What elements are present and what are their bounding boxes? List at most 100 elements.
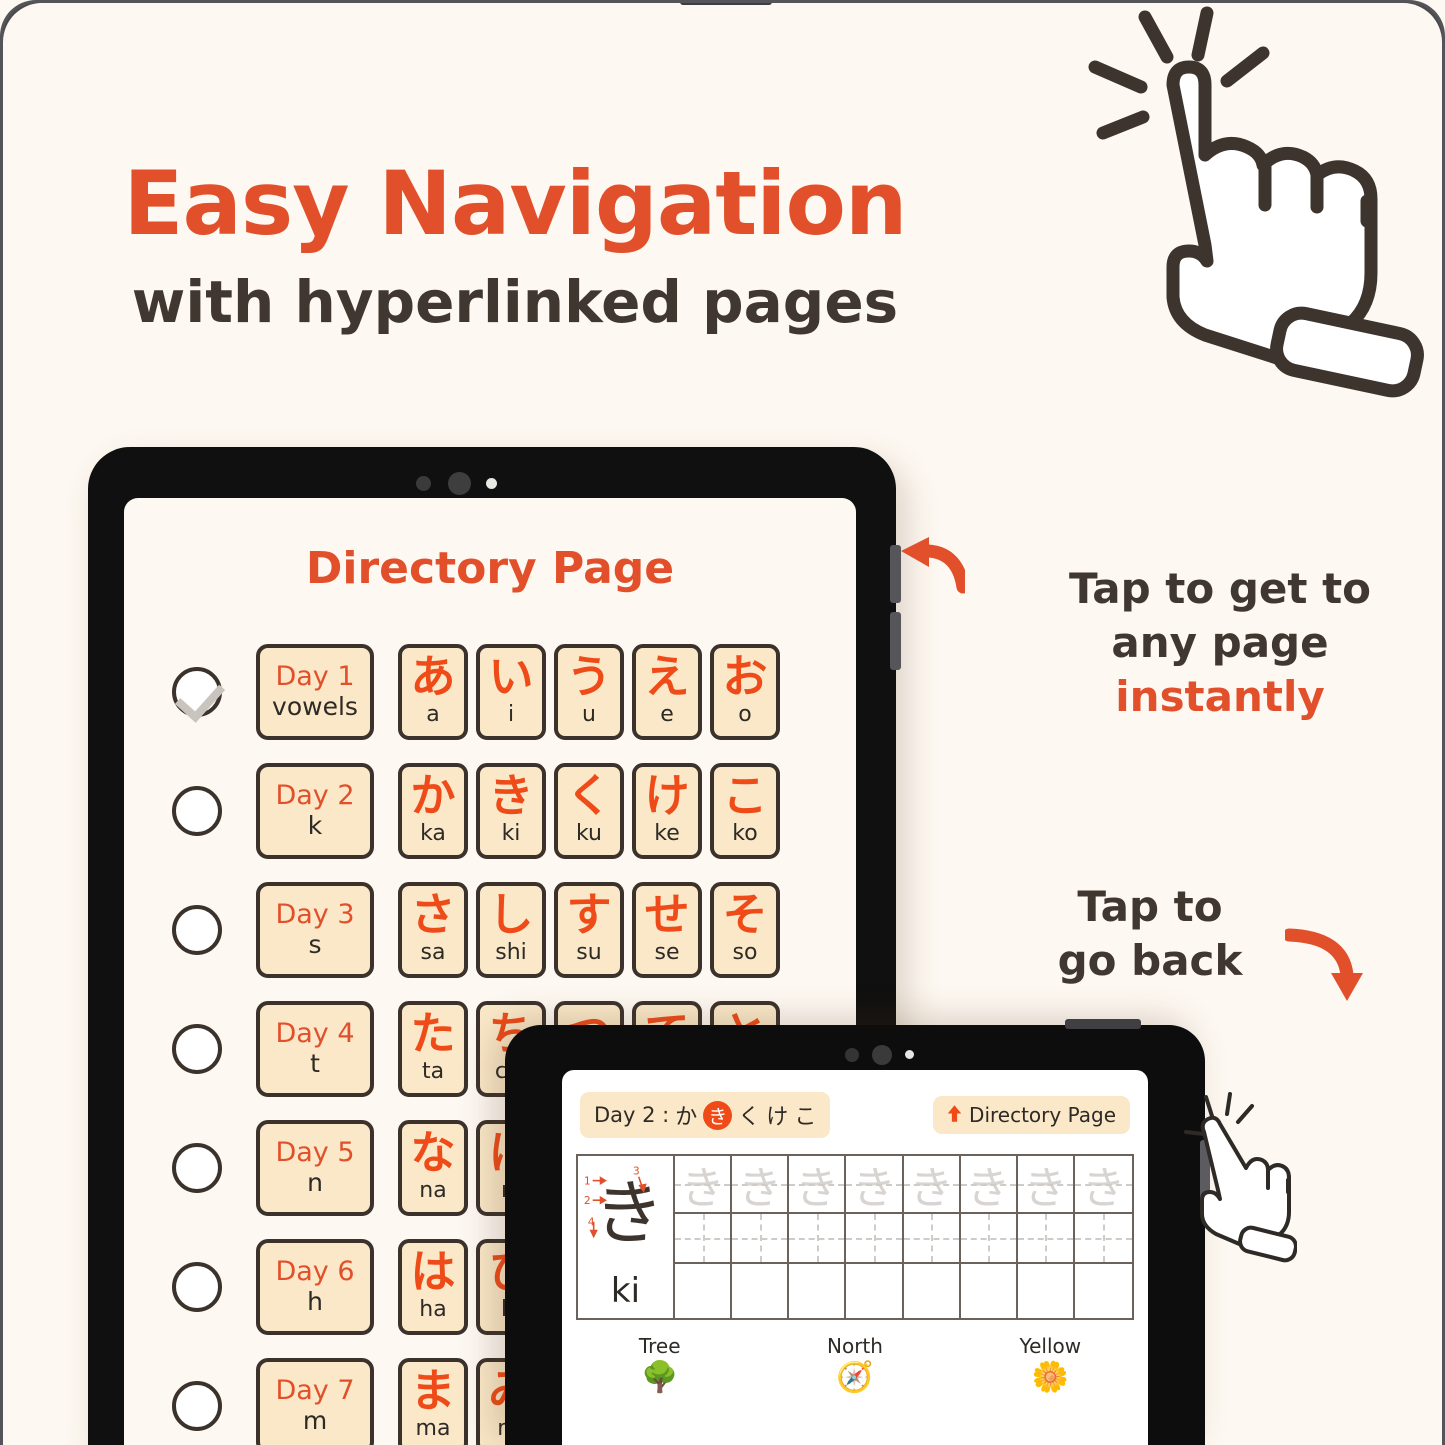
kana-tile-button[interactable]: あa	[398, 643, 468, 740]
svg-text:き: き	[594, 1172, 665, 1254]
kana-character: こ	[722, 769, 768, 823]
day-tile-button[interactable]: Day 4t	[256, 1000, 374, 1097]
worksheet-kana-ku: く	[738, 1105, 761, 1130]
worksheet-blank-cell[interactable]	[675, 1214, 733, 1264]
worksheet-ghost-cell[interactable]: き	[675, 1156, 733, 1214]
kana-character: い	[488, 650, 534, 704]
day-tile-button[interactable]: Day 5n	[256, 1119, 374, 1216]
day-complete-checkbox[interactable]	[172, 1023, 222, 1074]
headline-block: Easy Navigation with hyperlinked pages	[0, 160, 1030, 333]
worksheet-tracing-grid[interactable]: き 1 2 3 4 きききききききき ki	[576, 1154, 1134, 1320]
worksheet-ghost-cell[interactable]: き	[1017, 1156, 1075, 1214]
svg-text:1: 1	[584, 1175, 591, 1188]
kana-romaji: e	[660, 701, 674, 727]
directory-page-back-button[interactable]: Directory Page	[933, 1096, 1130, 1134]
worksheet-screen: Day 2 : か き く け こ Directory Page き1234きき…	[562, 1070, 1148, 1445]
kana-tile-button[interactable]: せ se	[632, 881, 702, 978]
annotation-tap-go-back: Tap to go back	[1020, 880, 1280, 988]
tablet-worksheet-power-button[interactable]	[1065, 1019, 1141, 1029]
kana-tile-button[interactable]: ま ma	[398, 1357, 468, 1445]
worksheet-romaji-blank-cell[interactable]	[904, 1264, 961, 1318]
worksheet-blank-cell[interactable]	[789, 1214, 847, 1264]
kana-tile-button[interactable]: く ku	[554, 762, 624, 859]
curved-arrow-left-icon	[895, 535, 970, 595]
day-tile-label: Day 4	[275, 1017, 355, 1049]
kana-tile-button[interactable]: き ki	[476, 762, 546, 859]
worksheet-ghost-cell[interactable]: き	[846, 1156, 904, 1214]
day-complete-checkbox[interactable]	[172, 904, 222, 955]
kana-tile-button[interactable]: うu	[554, 643, 624, 740]
worksheet-blank-cell[interactable]	[846, 1214, 904, 1264]
worksheet-blank-cell[interactable]	[960, 1214, 1018, 1264]
worksheet-day-chip[interactable]: Day 2 : か き く け こ	[580, 1092, 831, 1138]
kana-character: け	[644, 769, 690, 823]
kana-tile-button[interactable]: し shi	[476, 881, 546, 978]
worksheet-vocabulary-label: Tree	[638, 1334, 681, 1358]
day-complete-checkbox[interactable]	[172, 785, 222, 836]
worksheet-blank-cell[interactable]	[903, 1214, 961, 1264]
kana-character: そ	[722, 888, 768, 942]
day-complete-checkbox[interactable]	[172, 1142, 222, 1193]
tablet-directory-power-button[interactable]	[680, 0, 772, 5]
worksheet-blank-cell[interactable]	[1074, 1214, 1132, 1264]
kana-tile-button[interactable]: いi	[476, 643, 546, 740]
worksheet-vocabulary-item: Tree 🌳	[562, 1334, 757, 1395]
kana-tile-button[interactable]: そ so	[710, 881, 780, 978]
kana-tile-button[interactable]: か ka	[398, 762, 468, 859]
kana-tile-button[interactable]: な na	[398, 1119, 468, 1216]
worksheet-vocabulary-item: Yellow 🌼	[953, 1334, 1148, 1395]
worksheet-romaji-blank-cell[interactable]	[961, 1264, 1018, 1318]
annotation-top-line1: Tap to get to	[1069, 564, 1371, 613]
worksheet-vocabulary-row: Tree 🌳 North 🧭 Yellow 🌼	[562, 1334, 1148, 1395]
worksheet-vocabulary-label: North	[827, 1334, 883, 1358]
page-title: Easy Navigation	[123, 152, 907, 255]
worksheet-vocabulary-emoji-icon: 🧭	[836, 1360, 874, 1395]
kana-tile-button[interactable]: さ sa	[398, 881, 468, 978]
kana-romaji: i	[507, 701, 515, 727]
kana-tile-button[interactable]: た ta	[398, 1000, 468, 1097]
kana-tile-button[interactable]: えe	[632, 643, 702, 740]
kana-romaji: shi	[495, 939, 527, 965]
tablet-directory-volume-down-button[interactable]	[890, 612, 901, 670]
worksheet-ghost-cell[interactable]: き	[960, 1156, 1018, 1214]
worksheet-romaji-blank-cell[interactable]	[1075, 1264, 1132, 1318]
worksheet-blank-cell[interactable]	[732, 1214, 790, 1264]
worksheet-kana-ka: か	[675, 1105, 698, 1130]
kana-character: さ	[410, 888, 456, 942]
kana-romaji: sa	[420, 939, 446, 965]
worksheet-ghost-cell[interactable]: き	[789, 1156, 847, 1214]
day-tile-button[interactable]: Day 7m	[256, 1357, 374, 1445]
day-tile-button[interactable]: Day 6h	[256, 1238, 374, 1335]
worksheet-vocabulary-emoji-icon: 🌼	[1031, 1360, 1069, 1395]
worksheet-romaji-blank-cell[interactable]	[675, 1264, 733, 1318]
worksheet-ghost-cell[interactable]: き	[903, 1156, 961, 1214]
kana-character: く	[566, 769, 612, 823]
day-tile-button[interactable]: Day 2k	[256, 762, 374, 859]
kana-tile-button[interactable]: こ ko	[710, 762, 780, 859]
worksheet-ghost-cell[interactable]: き	[1074, 1156, 1132, 1214]
worksheet-ghost-cell[interactable]: き	[732, 1156, 790, 1214]
day-tile-button[interactable]: Day 3s	[256, 881, 374, 978]
day-complete-checkbox[interactable]	[172, 1380, 222, 1431]
worksheet-romaji-blank-cell[interactable]	[732, 1264, 790, 1318]
worksheet-romaji-blank-cell[interactable]	[1018, 1264, 1075, 1318]
kana-romaji: ki	[501, 820, 521, 846]
annotation-tap-any-page: Tap to get to any page instantly	[1010, 562, 1430, 723]
kana-tile-button[interactable]: は ha	[398, 1238, 468, 1335]
worksheet-blank-cell[interactable]	[1017, 1214, 1075, 1264]
kana-romaji: ka	[420, 820, 446, 846]
kana-romaji: ko	[732, 820, 758, 846]
directory-row: Day 2 k か ka き ki く ku け ke こ ko	[149, 751, 856, 870]
kana-tile-button[interactable]: おo	[710, 643, 780, 740]
kana-character: は	[410, 1245, 456, 1299]
kana-character: な	[410, 1126, 456, 1180]
day-tile-button[interactable]: Day 1 vowels	[256, 643, 374, 740]
kana-tile-button[interactable]: す su	[554, 881, 624, 978]
kana-character: う	[566, 650, 612, 704]
kana-tile-button[interactable]: け ke	[632, 762, 702, 859]
tablet-directory-sensor-icon	[416, 476, 431, 491]
day-complete-checkbox[interactable]	[172, 666, 222, 717]
day-complete-checkbox[interactable]	[172, 1261, 222, 1312]
worksheet-romaji-blank-cell[interactable]	[789, 1264, 847, 1318]
worksheet-romaji-blank-cell[interactable]	[846, 1264, 904, 1318]
